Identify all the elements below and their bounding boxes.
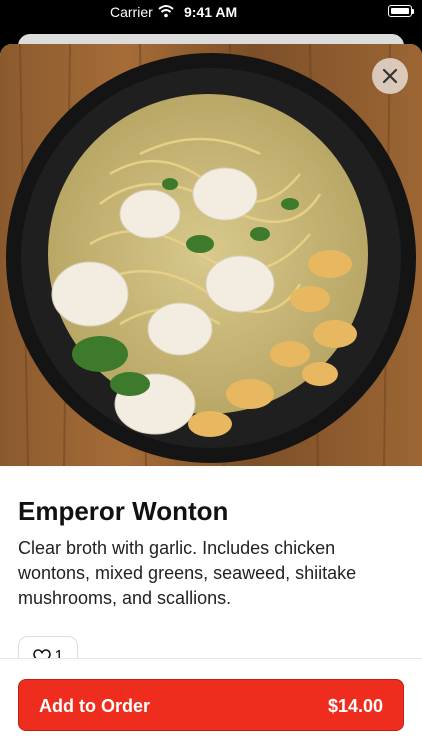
carrier-label: Carrier (110, 4, 153, 20)
status-bar: Carrier 9:41 AM (0, 0, 422, 24)
battery-icon (388, 5, 414, 17)
add-to-order-button[interactable]: Add to Order $14.00 (18, 679, 404, 731)
close-icon (382, 68, 398, 84)
item-title: Emperor Wonton (18, 496, 229, 526)
item-price: $14.00 (327, 696, 383, 716)
add-to-order-label: Add to Order (39, 696, 150, 716)
item-detail-sheet: Emperor Wonton Clear broth with garlic. … (0, 44, 422, 750)
item-photo (0, 44, 422, 466)
clock: 9:41 AM (184, 4, 238, 20)
order-footer: Add to Order $14.00 (0, 658, 422, 750)
close-button[interactable] (372, 58, 408, 94)
item-description: Clear broth with garlic. Includes chicke… (18, 538, 357, 608)
wifi-icon (158, 5, 174, 18)
